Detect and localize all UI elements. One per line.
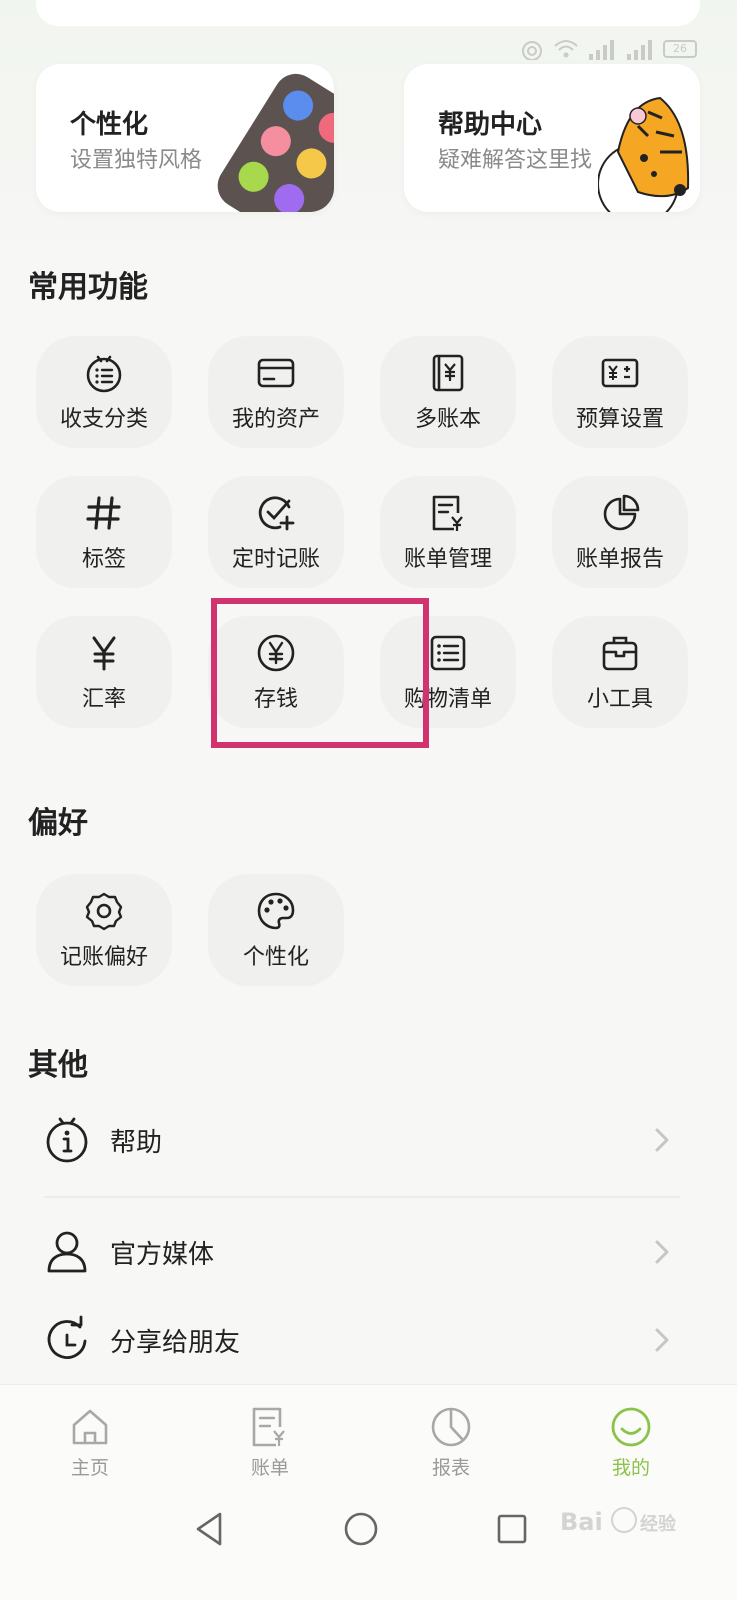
gear-icon xyxy=(82,889,126,933)
tile-multi-ledger[interactable]: 多账本 xyxy=(380,336,516,448)
tab-bills[interactable]: 账单 xyxy=(210,1405,330,1480)
bill-manage-icon xyxy=(426,491,470,535)
tile-label: 收支分类 xyxy=(59,407,148,432)
tile-label: 账单管理 xyxy=(403,547,492,572)
palette-icon xyxy=(254,889,298,933)
tile-bill-manage[interactable]: 账单管理 xyxy=(380,476,516,588)
tile-personalize[interactable]: 个性化 xyxy=(208,874,344,986)
scheduled-check-icon xyxy=(254,491,298,535)
tile-bookkeeping-preferences[interactable]: 记账偏好 xyxy=(36,874,172,986)
person-icon xyxy=(47,1231,87,1273)
tile-label: 个性化 xyxy=(242,945,309,970)
divider xyxy=(44,1196,680,1198)
help-center-card[interactable]: 帮助中心 疑难解答这里找 xyxy=(404,64,700,212)
color-palette-illustration xyxy=(209,65,334,212)
yen-circle-icon xyxy=(254,631,298,675)
category-icon xyxy=(82,351,126,395)
list-item-official-media[interactable]: 官方媒体 xyxy=(36,1212,700,1292)
budget-icon xyxy=(598,351,642,395)
personalize-card-title: 个性化 xyxy=(70,110,149,140)
tile-exchange-rate[interactable]: 汇率 xyxy=(36,616,172,728)
tile-label: 汇率 xyxy=(81,687,126,712)
tile-label: 小工具 xyxy=(586,687,653,712)
help-center-card-title: 帮助中心 xyxy=(438,110,543,140)
bill-icon xyxy=(252,1407,285,1447)
shopping-list-icon xyxy=(426,631,470,675)
tile-label: 预算设置 xyxy=(575,407,664,432)
battery-indicator: 26 xyxy=(663,40,697,58)
tab-home[interactable]: 主页 xyxy=(30,1405,150,1480)
wifi-icon xyxy=(554,40,578,58)
svg-text:经验: 经验 xyxy=(640,1513,677,1535)
tile-label: 存钱 xyxy=(253,687,298,712)
wallet-card-icon xyxy=(254,351,298,395)
tab-reports[interactable]: 报表 xyxy=(391,1405,511,1480)
signal-icon xyxy=(589,40,614,60)
personalize-card-subtitle: 设置独特风格 xyxy=(70,148,203,173)
tile-label: 定时记账 xyxy=(231,547,320,572)
tab-label: 账单 xyxy=(250,1457,289,1479)
recents-nav-icon[interactable] xyxy=(492,1509,532,1549)
tab-label: 我的 xyxy=(611,1457,650,1479)
share-refresh-icon xyxy=(47,1315,87,1359)
list-item-help[interactable]: 帮助 xyxy=(36,1100,700,1180)
tile-savings[interactable]: 存钱 xyxy=(208,616,344,728)
tile-label: 我的资产 xyxy=(231,407,320,432)
signal-icon-2 xyxy=(627,40,652,60)
pie-report-icon xyxy=(598,491,642,535)
help-center-card-subtitle: 疑难解答这里找 xyxy=(438,148,593,173)
tile-label: 账单报告 xyxy=(575,547,664,572)
status-bar: 26 xyxy=(519,36,697,62)
tile-label: 记账偏好 xyxy=(59,945,148,970)
report-pie-icon xyxy=(431,1407,471,1447)
home-icon xyxy=(72,1409,108,1445)
list-item-label: 帮助 xyxy=(110,1127,163,1158)
personalize-card[interactable]: 个性化 设置独特风格 xyxy=(36,64,334,212)
tile-label: 标签 xyxy=(81,547,126,572)
tab-mine[interactable]: 我的 xyxy=(571,1405,691,1480)
list-item-label: 分享给朋友 xyxy=(110,1327,241,1358)
tile-budget[interactable]: 预算设置 xyxy=(552,336,688,448)
bottom-tab-bar: 主页 账单 报表 我的 xyxy=(0,1384,737,1600)
yen-icon xyxy=(82,631,126,675)
back-nav-icon[interactable] xyxy=(190,1509,230,1549)
list-item-share[interactable]: 分享给朋友 xyxy=(36,1300,700,1380)
tile-tags[interactable]: 标签 xyxy=(36,476,172,588)
list-item-label: 官方媒体 xyxy=(110,1239,215,1270)
tile-assets[interactable]: 我的资产 xyxy=(208,336,344,448)
chevron-right-icon xyxy=(655,1328,669,1352)
tile-category[interactable]: 收支分类 xyxy=(36,336,172,448)
ledger-book-icon xyxy=(426,351,470,395)
baidu-jingyan-watermark: Bai 经验 xyxy=(560,1507,677,1536)
hashtag-icon xyxy=(82,491,126,535)
tile-label: 购物清单 xyxy=(403,687,492,712)
tab-label: 主页 xyxy=(70,1457,109,1479)
profile-card-edge xyxy=(36,0,700,26)
tile-shopping-list[interactable]: 购物清单 xyxy=(380,616,516,728)
section-title-preferences: 偏好 xyxy=(28,806,88,841)
tile-scheduled[interactable]: 定时记账 xyxy=(208,476,344,588)
toolbox-icon xyxy=(598,631,642,675)
smile-icon xyxy=(611,1407,651,1447)
info-icon xyxy=(46,1117,88,1163)
home-nav-icon[interactable] xyxy=(341,1509,381,1549)
svg-text:Bai: Bai xyxy=(560,1508,603,1536)
section-title-other: 其他 xyxy=(28,1048,88,1083)
cat-mascot-illustration xyxy=(598,96,690,212)
tile-label: 多账本 xyxy=(414,407,481,432)
hotspot-icon xyxy=(522,41,542,60)
section-title-common: 常用功能 xyxy=(28,270,148,305)
chevron-right-icon xyxy=(655,1128,669,1152)
tile-tools[interactable]: 小工具 xyxy=(552,616,688,728)
tab-label: 报表 xyxy=(431,1457,470,1479)
chevron-right-icon xyxy=(655,1240,669,1264)
tile-bill-report[interactable]: 账单报告 xyxy=(552,476,688,588)
